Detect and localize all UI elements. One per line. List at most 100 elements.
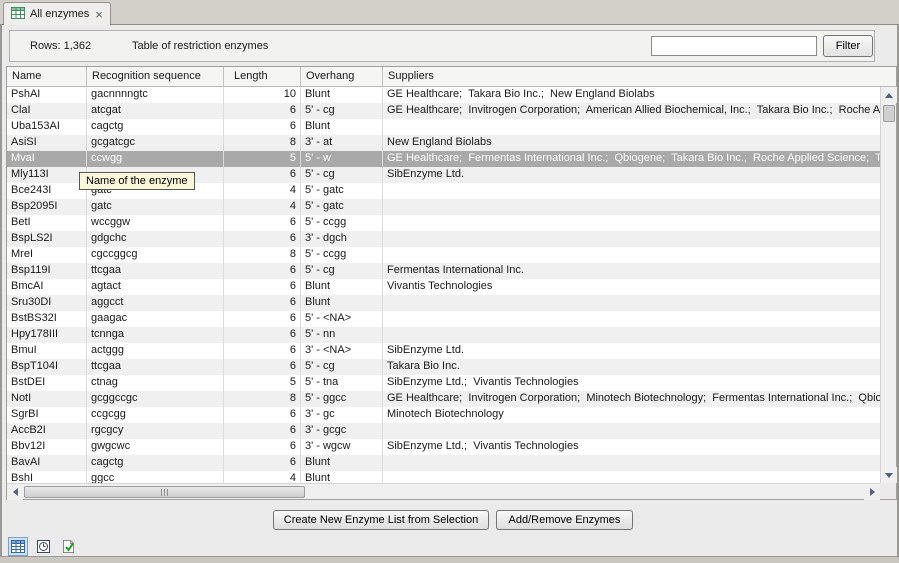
cell-overhang: 5' - ggcc: [301, 391, 383, 407]
table-row[interactable]: SgrBIccgcgg63' - gcMinotech Biotechnolog…: [7, 407, 880, 423]
column-header-recognition[interactable]: Recognition sequence: [87, 67, 224, 87]
cell-suppliers: Vivantis Technologies: [383, 279, 880, 295]
cell-length: 6: [224, 359, 301, 375]
cell-seq: gwgcwc: [87, 439, 224, 455]
table-header: Name Recognition sequence Length Overhan…: [7, 67, 896, 87]
cell-seq: gcggccgc: [87, 391, 224, 407]
create-enzyme-list-button[interactable]: Create New Enzyme List from Selection: [273, 510, 489, 530]
cell-overhang: Blunt: [301, 295, 383, 311]
cell-name: NotI: [7, 391, 87, 407]
table-body: PshAIgacnnnngtc10BluntGE Healthcare; Tak…: [7, 87, 880, 483]
cell-length: 8: [224, 391, 301, 407]
table-row[interactable]: MvaIccwgg55' - wGE Healthcare; Fermentas…: [7, 151, 880, 167]
horizontal-scrollbar[interactable]: [7, 483, 880, 499]
table-toolbar: Rows: 1,362 Table of restriction enzymes…: [9, 30, 875, 62]
table-row[interactable]: BshIggcc4Blunt: [7, 471, 880, 483]
table-row[interactable]: MreIcgccggcg85' - ccgg: [7, 247, 880, 263]
cell-suppliers: [383, 455, 880, 471]
cell-seq: ctnag: [87, 375, 224, 391]
table-row[interactable]: AsiSIgcgatcgc83' - atNew England Biolabs: [7, 135, 880, 151]
table-row[interactable]: AccB2Irgcgcy63' - gcgc: [7, 423, 880, 439]
table-icon: [11, 7, 25, 22]
cell-suppliers: [383, 119, 880, 135]
cell-overhang: 5' - tna: [301, 375, 383, 391]
table-view-icon[interactable]: [8, 537, 28, 556]
filter-input[interactable]: [651, 36, 817, 56]
table-row[interactable]: NotIgcggccgc85' - ggccGE Healthcare; Inv…: [7, 391, 880, 407]
cell-name: ClaI: [7, 103, 87, 119]
cell-seq: atcgat: [87, 103, 224, 119]
cell-overhang: 5' - nn: [301, 327, 383, 343]
add-remove-enzymes-button[interactable]: Add/Remove Enzymes: [496, 510, 633, 530]
close-icon[interactable]: ×: [95, 8, 103, 21]
history-clock-icon[interactable]: [33, 537, 53, 556]
column-header-overhang[interactable]: Overhang: [301, 67, 383, 87]
cell-overhang: 5' - gatc: [301, 199, 383, 215]
table-row[interactable]: PshAIgacnnnngtc10BluntGE Healthcare; Tak…: [7, 87, 880, 103]
cell-seq: cagctg: [87, 455, 224, 471]
cell-name: BspLS2I: [7, 231, 87, 247]
table-row[interactable]: BspLS2Igdgchc63' - dgch: [7, 231, 880, 247]
table-row[interactable]: Uba153AIcagctg6Blunt: [7, 119, 880, 135]
cell-overhang: 5' - cg: [301, 359, 383, 375]
cell-name: BavAI: [7, 455, 87, 471]
table-row[interactable]: Hpy178IIItcnnga65' - nn: [7, 327, 880, 343]
cell-suppliers: [383, 231, 880, 247]
table-row[interactable]: Bsp2095Igatc45' - gatc: [7, 199, 880, 215]
cell-overhang: Blunt: [301, 87, 383, 103]
table-row[interactable]: BmcAIagtact6BluntVivantis Technologies: [7, 279, 880, 295]
cell-overhang: Blunt: [301, 471, 383, 483]
cell-name: BstBS32I: [7, 311, 87, 327]
cell-name: Bbv12I: [7, 439, 87, 455]
tab-all-enzymes[interactable]: All enzymes ×: [3, 2, 111, 25]
cell-name: Mly113I: [7, 167, 87, 183]
cell-seq: gdgchc: [87, 231, 224, 247]
table-row[interactable]: Bbv12Igwgcwc63' - wgcwSibEnzyme Ltd.; Vi…: [7, 439, 880, 455]
table-row[interactable]: BspT104Ittcgaa65' - cgTakara Bio Inc.: [7, 359, 880, 375]
column-header-suppliers[interactable]: Suppliers: [383, 67, 896, 87]
cell-name: Hpy178III: [7, 327, 87, 343]
cell-name: BmuI: [7, 343, 87, 359]
table-row[interactable]: Sru30DIaggcct6Blunt: [7, 295, 880, 311]
table-subtitle: Table of restriction enzymes: [132, 40, 268, 52]
main-panel: Rows: 1,362 Table of restriction enzymes…: [0, 25, 899, 556]
table-row[interactable]: BstBS32Igaagac65' - <NA>: [7, 311, 880, 327]
horizontal-scroll-thumb[interactable]: [24, 486, 305, 498]
scroll-up-icon[interactable]: [881, 87, 897, 103]
cell-overhang: Blunt: [301, 279, 383, 295]
scroll-right-icon[interactable]: [864, 484, 880, 500]
cell-name: BetI: [7, 215, 87, 231]
cell-seq: ttcgaa: [87, 359, 224, 375]
cell-name: AccB2I: [7, 423, 87, 439]
cell-length: 4: [224, 471, 301, 483]
cell-name: BspT104I: [7, 359, 87, 375]
table-row[interactable]: BstDEIctnag55' - tnaSibEnzyme Ltd.; Viva…: [7, 375, 880, 391]
scroll-left-icon[interactable]: [7, 484, 23, 500]
element-info-check-icon[interactable]: [58, 537, 78, 556]
table-row[interactable]: BmuIactggg63' - <NA>SibEnzyme Ltd.: [7, 343, 880, 359]
table-row[interactable]: BetIwccggw65' - ccgg: [7, 215, 880, 231]
cell-name: PshAI: [7, 87, 87, 103]
filter-button[interactable]: Filter: [823, 35, 873, 57]
cell-name: Bce243I: [7, 183, 87, 199]
table-row[interactable]: ClaIatcgat65' - cgGE Healthcare; Invitro…: [7, 103, 880, 119]
cell-suppliers: [383, 327, 880, 343]
cell-seq: aggcct: [87, 295, 224, 311]
column-header-name[interactable]: Name: [7, 67, 87, 87]
scrollbar-corner: [880, 483, 896, 499]
vertical-scroll-thumb[interactable]: [883, 105, 895, 122]
cell-length: 6: [224, 407, 301, 423]
cell-suppliers: Fermentas International Inc.: [383, 263, 880, 279]
cell-name: Bsp2095I: [7, 199, 87, 215]
cell-name: BstDEI: [7, 375, 87, 391]
cell-seq: ccwgg: [87, 151, 224, 167]
cell-length: 5: [224, 375, 301, 391]
table-row[interactable]: BavAIcagctg6Blunt: [7, 455, 880, 471]
vertical-scrollbar[interactable]: [880, 87, 896, 483]
scroll-down-icon[interactable]: [881, 467, 897, 483]
column-header-length[interactable]: Length: [224, 67, 301, 87]
cell-seq: actggg: [87, 343, 224, 359]
table-row[interactable]: Bsp119Ittcgaa65' - cgFermentas Internati…: [7, 263, 880, 279]
cell-name: AsiSI: [7, 135, 87, 151]
cell-length: 6: [224, 119, 301, 135]
